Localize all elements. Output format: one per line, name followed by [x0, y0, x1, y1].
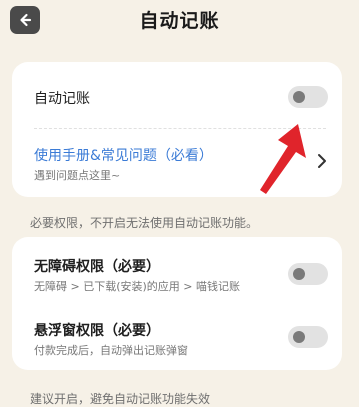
toggle-knob: [293, 331, 305, 343]
auto-accounting-label: 自动记账: [34, 91, 90, 107]
page-title: 自动记账: [139, 10, 220, 32]
accessibility-title: 无障碍权限（必要）: [34, 259, 160, 275]
toggle-knob: [293, 268, 305, 280]
accessibility-subtitle: 无障碍 > 已下载(安装)的应用 > 喵钱记账: [34, 280, 241, 293]
permissions-note: 必要权限，不开启无法使用自动记账功能。: [30, 216, 259, 230]
accessibility-row: 无障碍权限（必要） 无障碍 > 已下载(安装)的应用 > 喵钱记账: [12, 237, 342, 303]
floating-window-subtitle: 付款完成后，自动弹出记账弹窗: [34, 344, 188, 357]
floating-window-title: 悬浮窗权限（必要）: [34, 323, 160, 339]
chevron-right-icon: [318, 154, 326, 168]
accessibility-toggle[interactable]: [288, 263, 328, 285]
permissions-card: 无障碍权限（必要） 无障碍 > 已下载(安装)的应用 > 喵钱记账 悬浮窗权限（…: [12, 237, 342, 370]
toggle-knob: [293, 91, 305, 103]
header: 自动记账: [0, 0, 359, 44]
floating-window-row: 悬浮窗权限（必要） 付款完成后，自动弹出记账弹窗: [12, 303, 342, 370]
footer-note: 建议开启，避免自动记账功能失效: [30, 392, 211, 406]
auto-accounting-toggle[interactable]: [288, 86, 328, 108]
manual-faq-title: 使用手册&常见问题（必看）: [34, 148, 213, 164]
red-arrow-annotation: [260, 124, 306, 194]
floating-window-toggle[interactable]: [288, 326, 328, 348]
manual-faq-subtitle: 遇到问题点这里~: [34, 169, 121, 182]
